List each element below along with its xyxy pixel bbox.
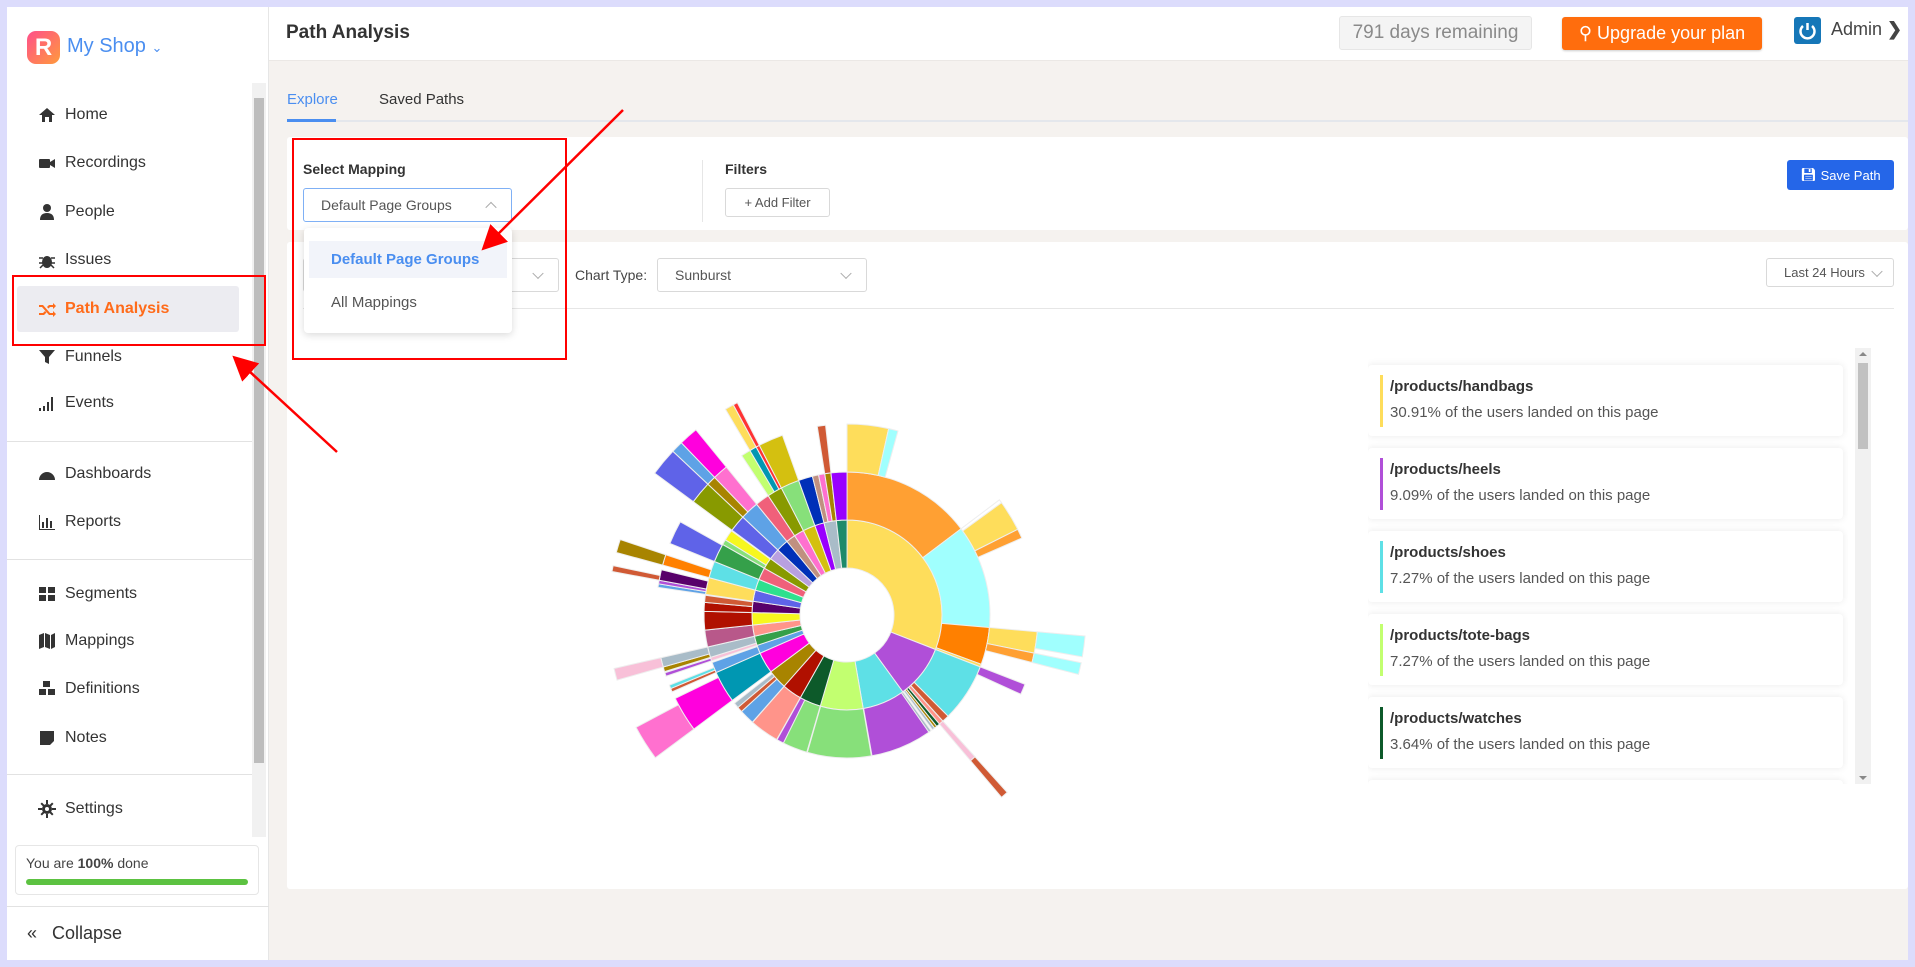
annotation-arrows [232,109,624,453]
annotation-arrow [232,355,338,453]
annotation-arrow [481,109,624,251]
app-window: R My Shop ⌄ Home Recordings People Issues Pa… [7,7,1908,960]
